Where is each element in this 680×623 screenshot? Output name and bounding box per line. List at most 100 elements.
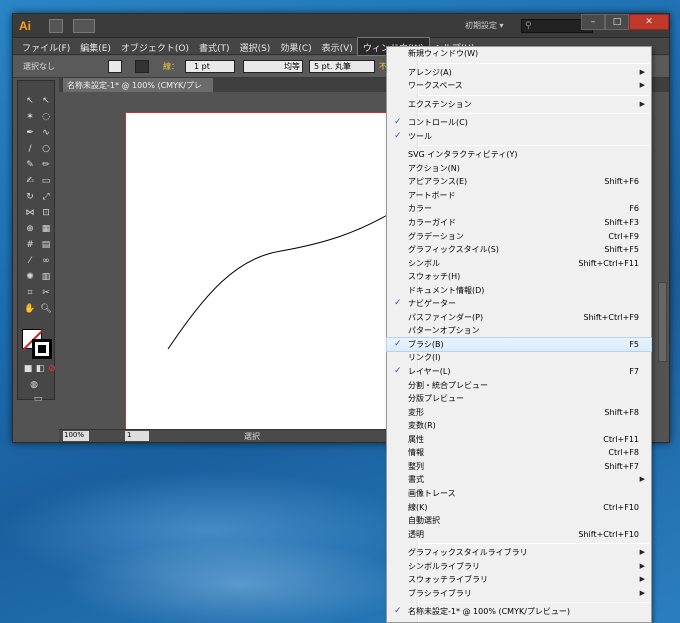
pen-tool-icon[interactable]: ✒	[24, 127, 36, 139]
scale-tool-icon[interactable]: ⤢	[40, 191, 52, 203]
symbol-sprayer-icon[interactable]: ✺	[24, 271, 36, 283]
window-menu-item[interactable]: ブラシライブラリ ▶	[387, 587, 651, 601]
window-menu-item[interactable]: エクステンション ▶	[387, 98, 651, 112]
close-button[interactable]: ✕	[629, 14, 669, 30]
artboard-tool-icon[interactable]: ⌗	[24, 287, 36, 299]
line-tool-icon[interactable]: /	[24, 143, 36, 155]
window-menu-item[interactable]: 透明 Shift+Ctrl+F10	[387, 528, 651, 542]
rotate-tool-icon[interactable]: ↻	[24, 191, 36, 203]
window-menu-item[interactable]: ✓ ツール	[387, 130, 651, 144]
window-menu-item[interactable]: グラフィックスタイルライブラリ ▶	[387, 546, 651, 560]
window-menu-item[interactable]: 書式 ▶	[387, 473, 651, 487]
zoom-tool-icon[interactable]: 🔍︎	[40, 303, 52, 315]
width-tool-icon[interactable]: ⋈	[24, 207, 36, 219]
slice-tool-icon[interactable]: ✂	[40, 287, 52, 299]
blend-tool-icon[interactable]: ∞	[40, 255, 52, 267]
selection-tool-icon[interactable]: ↖	[24, 95, 36, 107]
menu-item-shortcut: Ctrl+F10	[603, 502, 639, 512]
window-menu-item[interactable]: アクション(N)	[387, 162, 651, 176]
direct-selection-tool-icon[interactable]: ↖	[40, 95, 52, 107]
menu-view[interactable]: 表示(V)	[317, 38, 358, 55]
window-menu-item[interactable]: シンボルライブラリ ▶	[387, 560, 651, 574]
window-menu-item[interactable]: ✓ レイヤー(L) F7	[387, 365, 651, 379]
window-menu-item[interactable]: アレンジ(A) ▶	[387, 66, 651, 80]
maximize-button[interactable]: □	[605, 14, 629, 30]
window-menu-item[interactable]: リンク(I)	[387, 351, 651, 365]
blob-brush-icon[interactable]: ✍	[24, 175, 36, 187]
window-menu-item[interactable]: 分版プレビュー	[387, 392, 651, 406]
stroke-swatch[interactable]	[135, 60, 149, 73]
window-menu-item[interactable]: スウォッチライブラリ ▶	[387, 573, 651, 587]
menu-select[interactable]: 選択(S)	[235, 38, 276, 55]
menu-object[interactable]: オブジェクト(O)	[116, 38, 194, 55]
hand-tool-icon[interactable]: ✋	[24, 303, 36, 315]
window-menu-item[interactable]: 自動選択	[387, 514, 651, 528]
window-menu-item[interactable]: 新規ウィンドウ(W)	[387, 47, 651, 61]
stroke-weight-field[interactable]: 1 pt	[185, 60, 235, 73]
none-mode-icon[interactable]: ⊘	[46, 363, 58, 375]
window-menu-item[interactable]: 線(K) Ctrl+F10	[387, 501, 651, 515]
mesh-tool-icon[interactable]: #	[24, 239, 36, 251]
brush-definition[interactable]: 5 pt. 丸筆	[309, 60, 375, 73]
minimize-button[interactable]: –	[581, 14, 605, 30]
graph-tool-icon[interactable]: ▥	[40, 271, 52, 283]
shape-builder-icon[interactable]: ⊕	[24, 223, 36, 235]
window-menu-item[interactable]: ドキュメント情報(D)	[387, 284, 651, 298]
artboard[interactable]	[125, 112, 395, 430]
eyedropper-icon[interactable]: ⁄	[24, 255, 36, 267]
window-menu-item[interactable]: ✓ コントロール(C)	[387, 116, 651, 130]
bridge-icon[interactable]	[49, 19, 63, 33]
document-tab[interactable]: 名称未設定-1* @ 100% (CMYK/プレビュー) ✕	[63, 78, 213, 101]
draw-mode-icon[interactable]: ◍	[28, 379, 40, 391]
window-menu-item[interactable]: グラデーション Ctrl+F9	[387, 230, 651, 244]
window-menu-item[interactable]: 変数(R)	[387, 419, 651, 433]
stroke-color-icon[interactable]	[32, 339, 52, 359]
window-menu-item[interactable]: 変形 Shift+F8	[387, 406, 651, 420]
window-menu-item[interactable]: アートボード	[387, 189, 651, 203]
window-menu-item[interactable]: アピアランス(E) Shift+F6	[387, 175, 651, 189]
gradient-tool-icon[interactable]: ▤	[40, 239, 52, 251]
window-menu-item[interactable]: パスファインダー(P) Shift+Ctrl+F9	[387, 311, 651, 325]
free-transform-icon[interactable]: ⊡	[40, 207, 52, 219]
window-menu-item[interactable]: カラー F6	[387, 202, 651, 216]
gradient-mode-icon[interactable]: ◧	[34, 363, 46, 375]
color-mode-icon[interactable]: ■	[22, 363, 34, 375]
window-menu-item[interactable]: SVG インタラクティビティ(Y)	[387, 148, 651, 162]
curvature-tool-icon[interactable]: ∿	[40, 127, 52, 139]
window-menu-item[interactable]: グラフィックスタイル(S) Shift+F5	[387, 243, 651, 257]
window-menu-item[interactable]: カラーガイド Shift+F3	[387, 216, 651, 230]
pencil-icon[interactable]: ✏	[40, 159, 52, 171]
window-menu-item[interactable]: 情報 Ctrl+F8	[387, 446, 651, 460]
canvas[interactable]	[59, 92, 395, 430]
menu-edit[interactable]: 編集(E)	[75, 38, 116, 55]
panel-scrollbar[interactable]	[658, 282, 667, 362]
window-menu-item[interactable]: ✓ ナビゲーター	[387, 297, 651, 311]
window-menu-item[interactable]: ✓ ブラシ(B) F5	[386, 336, 652, 353]
ellipse-tool-icon[interactable]: ○	[40, 143, 52, 155]
window-menu-item[interactable]: 画像トレース	[387, 487, 651, 501]
menu-effect[interactable]: 効果(C)	[275, 38, 316, 55]
window-menu-item[interactable]: 分割・統合プレビュー	[387, 379, 651, 393]
window-menu-item[interactable]: ✓ 名称未設定-1* @ 100% (CMYK/プレビュー)	[387, 605, 651, 619]
fill-swatch[interactable]	[108, 60, 122, 73]
artboard-navigation[interactable]: 1	[125, 431, 149, 441]
lasso-icon[interactable]: ◌	[40, 111, 52, 123]
magic-wand-icon[interactable]: ✶	[24, 111, 36, 123]
variable-width-profile[interactable]: 均等	[243, 60, 303, 73]
eraser-icon[interactable]: ▭	[40, 175, 52, 187]
window-menu-item[interactable]: シンボル Shift+Ctrl+F11	[387, 257, 651, 271]
perspective-grid-icon[interactable]: ▦	[40, 223, 52, 235]
drawn-path[interactable]	[126, 113, 396, 431]
window-menu-item[interactable]: 属性 Ctrl+F11	[387, 433, 651, 447]
workspace-switcher[interactable]: 初期設定 ▾	[465, 20, 504, 31]
window-menu-item[interactable]: パターンオプション	[387, 324, 651, 338]
window-menu-item[interactable]: ワークスペース ▶	[387, 79, 651, 93]
paintbrush-icon[interactable]: ✎	[24, 159, 36, 171]
menu-type[interactable]: 書式(T)	[194, 38, 235, 55]
window-menu-item[interactable]: 整列 Shift+F7	[387, 460, 651, 474]
zoom-level[interactable]: 100%	[63, 431, 89, 441]
arrange-documents-icon[interactable]	[73, 19, 95, 33]
menu-file[interactable]: ファイル(F)	[17, 38, 75, 55]
window-menu-item[interactable]: スウォッチ(H)	[387, 270, 651, 284]
screen-mode-icon[interactable]: ▭	[32, 393, 44, 405]
